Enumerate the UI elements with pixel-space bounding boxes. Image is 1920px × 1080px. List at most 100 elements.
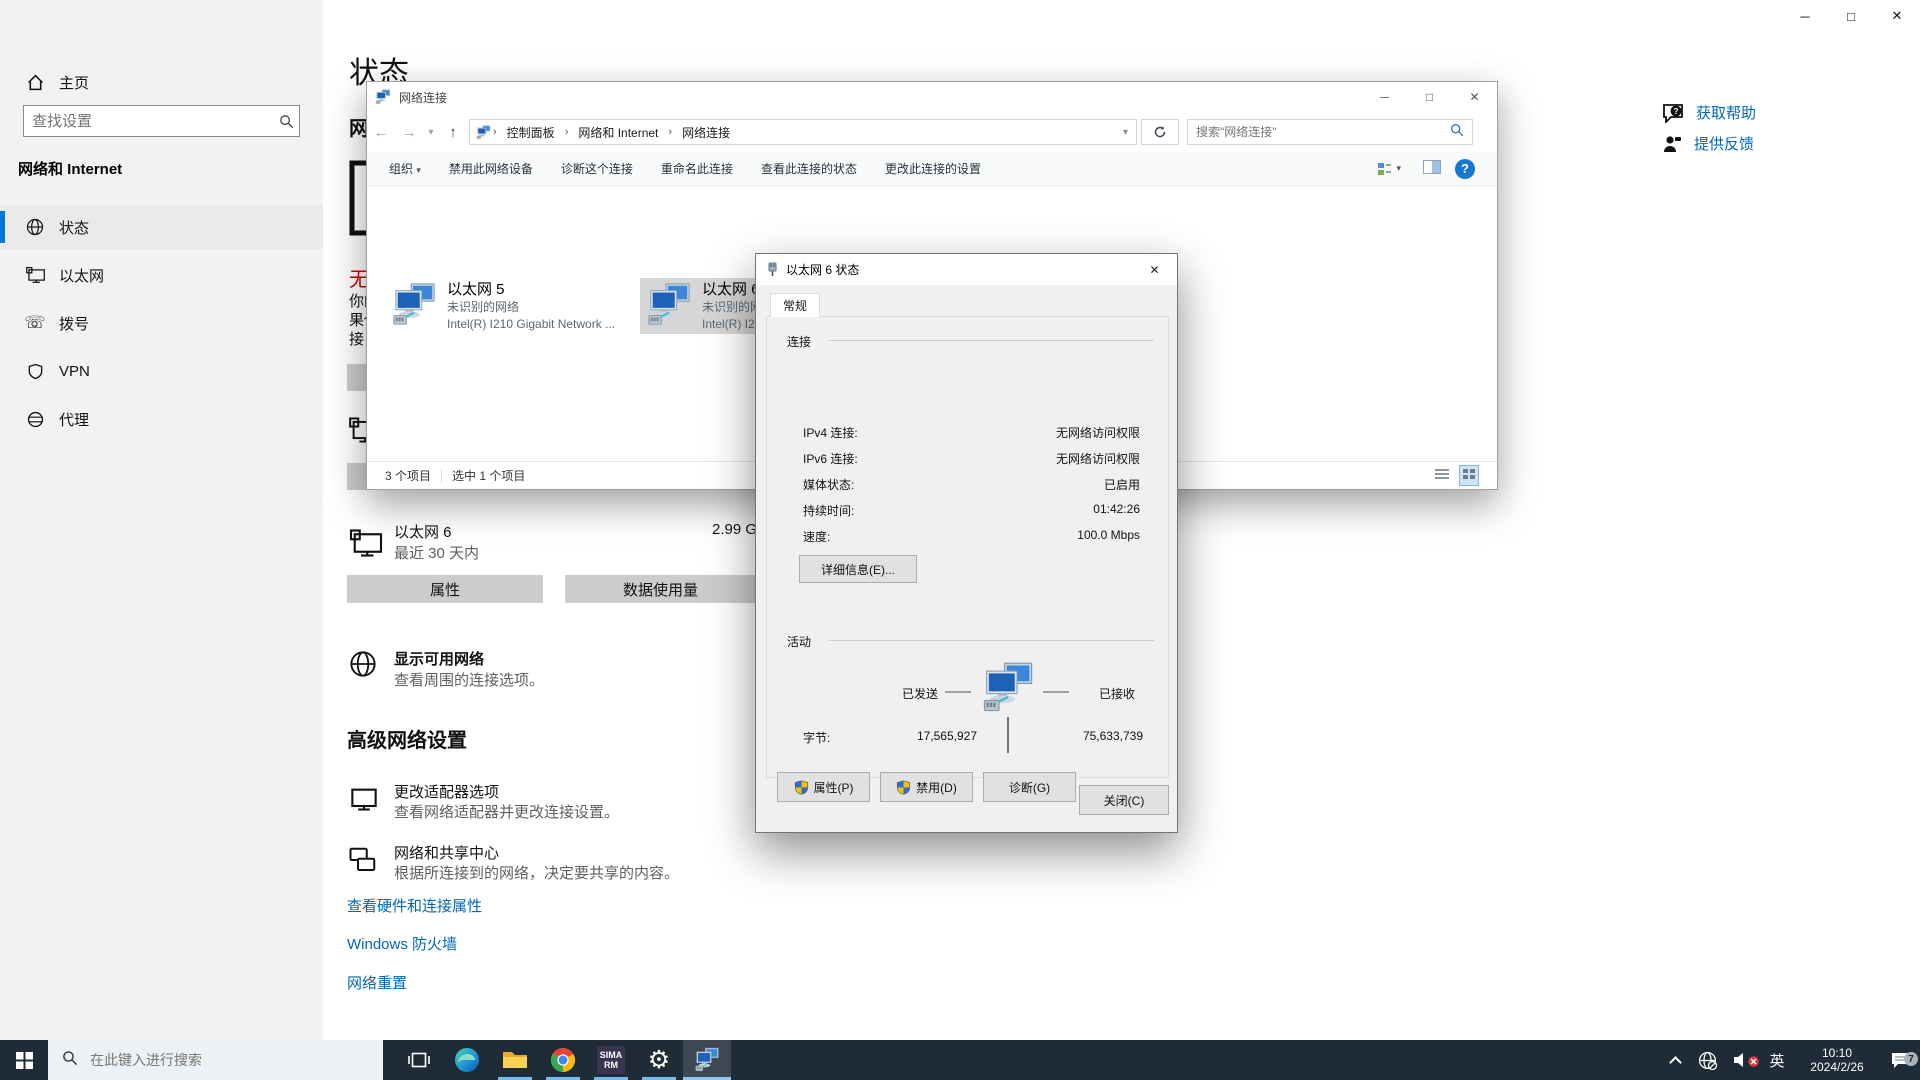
data-usage-button[interactable]: 数据使用量 [565, 575, 756, 603]
network-tray-icon[interactable] [1690, 1051, 1724, 1070]
feedback-link[interactable]: 提供反馈 [1662, 133, 1754, 154]
bytes-received-value: 75,633,739 [1082, 729, 1143, 743]
selected-count: 选中 1 个项目 [452, 469, 526, 483]
clock-date: 2024/2/26 [1810, 1060, 1864, 1074]
settings-maximize-button[interactable]: □ [1828, 0, 1874, 32]
sidebar-item-ethernet[interactable]: 以太网 [0, 253, 323, 297]
show-networks-subtitle: 查看周围的连接选项。 [394, 672, 545, 689]
sidebar-item-vpn[interactable]: VPN [0, 349, 323, 393]
address-dropdown-icon[interactable]: ▾ [1123, 127, 1136, 138]
sidebar-section-label: 网络和 Internet [18, 161, 123, 178]
address-bar[interactable]: › 控制面板 › 网络和 Internet › 网络连接 ▾ [469, 119, 1137, 145]
help-bubble-icon [1662, 103, 1684, 123]
simarm-app-icon[interactable]: SIMA RM [587, 1040, 635, 1080]
dialog-titlebar[interactable]: 以太网 6 状态 ✕ [756, 254, 1177, 285]
bytes-label: 字节: [803, 731, 831, 745]
network-connections-taskbar-icon[interactable] [683, 1040, 731, 1080]
explorer-titlebar[interactable]: 网络连接 ─ □ ✕ [367, 82, 1497, 112]
settings-search-input[interactable] [24, 112, 273, 130]
explorer-search-icon [1450, 123, 1464, 142]
back-icon[interactable]: ← [367, 124, 395, 141]
windows-firewall-link[interactable]: Windows 防火墙 [347, 933, 457, 954]
dialog-properties-button[interactable]: 属性(P) [777, 772, 870, 802]
breadcrumb-control-panel[interactable]: 控制面板 [499, 124, 563, 141]
large-icons-view-toggle[interactable] [1459, 465, 1479, 486]
breadcrumb-separator: › [668, 126, 673, 138]
ethernet6-icon [349, 528, 383, 558]
adapter-tile-ethernet5[interactable]: 以太网 5 未识别的网络 Intel(R) I210 Gigabit Netwo… [385, 278, 635, 334]
explorer-search-input[interactable] [1188, 125, 1450, 139]
dialog-disable-button[interactable]: 禁用(D) [880, 772, 973, 802]
breadcrumb-separator: › [493, 126, 497, 138]
disable-device-command[interactable]: 禁用此网络设备 [449, 160, 533, 177]
explorer-minimize-button[interactable]: ─ [1362, 82, 1407, 112]
volume-muted-icon[interactable] [1724, 1052, 1760, 1068]
chrome-icon[interactable] [539, 1040, 587, 1080]
tab-general[interactable]: 常规 [770, 293, 821, 317]
organize-menu[interactable]: 组织 ▾ [389, 160, 421, 177]
explorer-search-box[interactable] [1187, 119, 1473, 145]
details-button[interactable]: 详细信息(E)... [799, 555, 917, 583]
recent-locations-icon[interactable]: ▾ [423, 127, 439, 138]
duration-value: 01:42:26 [1093, 502, 1140, 516]
dialog-diagnose-button[interactable]: 诊断(G) [983, 772, 1076, 802]
settings-minimize-button[interactable]: ─ [1782, 0, 1828, 32]
preview-pane-button[interactable] [1423, 160, 1441, 177]
taskbar-search-icon [62, 1050, 78, 1071]
tray-expand-button[interactable] [1660, 1054, 1690, 1069]
sidebar-item-home[interactable]: 主页 [0, 60, 323, 104]
ipv6-value: 无网络访问权限 [1055, 452, 1140, 466]
sidebar-item-proxy[interactable]: 代理 [0, 397, 323, 441]
breadcrumb-network-internet[interactable]: 网络和 Internet [570, 124, 666, 141]
taskbar-clock[interactable]: 10:10 2024/2/26 [1794, 1046, 1880, 1074]
explorer-maximize-button[interactable]: □ [1407, 82, 1452, 112]
items-count: 3 个项目 [385, 469, 432, 483]
uac-shield-icon [794, 780, 809, 795]
get-help-link[interactable]: 获取帮助 [1662, 102, 1756, 123]
breadcrumb-network-connections[interactable]: 网络连接 [674, 124, 738, 141]
sidebar-item-status[interactable]: 状态 [0, 205, 323, 249]
active-app-icon [694, 1047, 720, 1073]
hardware-properties-link[interactable]: 查看硬件和连接属性 [347, 895, 482, 916]
dialog-tab-page: 连接 IPv4 连接: 无网络访问权限 IPv6 连接: 无网络访问权限 媒体状… [766, 316, 1169, 802]
views-button[interactable]: ▾ [1377, 162, 1401, 176]
properties-button[interactable]: 属性 [347, 575, 543, 603]
taskbar-search-box[interactable] [48, 1040, 383, 1080]
start-button[interactable] [0, 1040, 48, 1080]
sidebar-home-label: 主页 [59, 74, 90, 92]
settings-search-box[interactable] [23, 105, 300, 137]
explorer-command-bar: 组织 ▾ 禁用此网络设备 诊断这个连接 重命名此连接 查看此连接的状态 更改此连… [367, 152, 1497, 186]
rename-command[interactable]: 重命名此连接 [661, 160, 733, 177]
settings-close-button[interactable]: ✕ [1874, 0, 1920, 32]
dialog-close-button[interactable]: ✕ [1132, 254, 1177, 285]
dialog-close-action-button[interactable]: 关闭(C) [1079, 785, 1169, 815]
ethernet-plug-icon [768, 262, 777, 276]
task-view-button[interactable] [395, 1040, 443, 1080]
media-state-label: 媒体状态: [803, 478, 855, 492]
view-status-command[interactable]: 查看此连接的状态 [761, 160, 857, 177]
sidebar-item-dialup[interactable]: ☏ 拨号 [0, 301, 323, 345]
explorer-close-button[interactable]: ✕ [1452, 82, 1497, 112]
settings-gear-icon[interactable]: ⚙ [635, 1040, 683, 1080]
file-explorer-icon[interactable] [491, 1040, 539, 1080]
network-reset-link[interactable]: 网络重置 [347, 972, 407, 993]
diagnose-command[interactable]: 诊断这个连接 [561, 160, 633, 177]
details-view-toggle[interactable] [1433, 466, 1451, 485]
activity-computer-icon [981, 661, 1035, 715]
edge-icon[interactable] [443, 1040, 491, 1080]
taskbar-search-input[interactable] [88, 1051, 383, 1069]
change-settings-command[interactable]: 更改此连接的设置 [885, 160, 981, 177]
show-networks-title[interactable]: 显示可用网络 [394, 648, 484, 669]
connection-group-label: 连接 [787, 335, 812, 349]
explorer-address-row: ← → ▾ ↑ › 控制面板 › 网络和 Internet › 网络连接 ▾ [367, 112, 1497, 152]
action-center-button[interactable]: 7 [1880, 1051, 1920, 1069]
sharing-center-title[interactable]: 网络和共享中心 [394, 842, 499, 863]
forward-icon[interactable]: → [395, 124, 423, 141]
ethernet-icon [25, 266, 45, 284]
refresh-button[interactable] [1141, 119, 1179, 145]
adapter-options-title[interactable]: 更改适配器选项 [394, 781, 499, 802]
ime-indicator[interactable]: 英 [1760, 1050, 1794, 1071]
search-icon [273, 114, 299, 129]
help-button[interactable]: ? [1455, 158, 1475, 179]
up-icon[interactable]: ↑ [439, 124, 467, 141]
